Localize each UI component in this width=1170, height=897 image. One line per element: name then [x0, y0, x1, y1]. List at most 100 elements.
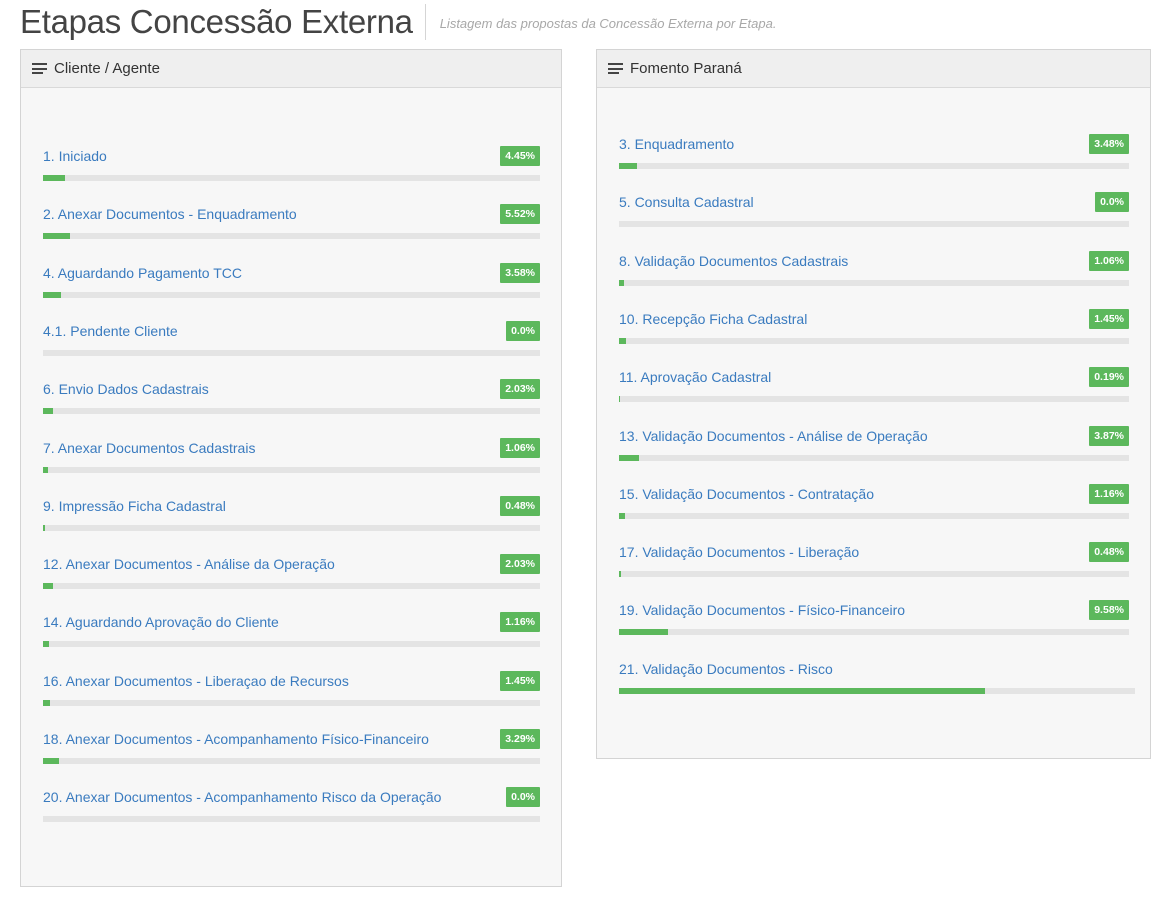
stage-item: 20. Anexar Documentos - Acompanhamento R…: [43, 787, 540, 828]
progress-fill: [619, 687, 986, 694]
progress-fill: [43, 466, 49, 473]
progress-bar: [619, 221, 1129, 228]
stage-link[interactable]: 8. Validação Documentos Cadastrais: [619, 252, 848, 270]
percent-badge: 3.58%: [500, 262, 540, 283]
progress-bar: [43, 816, 540, 823]
progress-bar: [43, 175, 540, 181]
stage-link[interactable]: 19. Validação Documentos - Físico-Financ…: [619, 601, 905, 619]
stage-link[interactable]: 11. Aprovação Cadastral: [619, 368, 771, 386]
stage-item: 7. Anexar Documentos Cadastrais 1.06%: [43, 437, 540, 479]
stage-link[interactable]: 18. Anexar Documentos - Acompanhamento F…: [43, 730, 429, 748]
stage-link[interactable]: 4.1. Pendente Cliente: [43, 322, 178, 340]
panel-heading: Fomento Paraná: [597, 50, 1150, 88]
stage-link[interactable]: 21. Validação Documentos - Risco: [619, 660, 833, 678]
panel-heading: Cliente / Agente: [21, 50, 561, 88]
progress-bar: [43, 291, 540, 298]
stage-item: 19. Validação Documentos - Físico-Financ…: [619, 600, 1129, 641]
stage-item: 17. Validação Documentos - Liberação 0.48…: [619, 542, 1129, 583]
progress-fill: [43, 758, 60, 764]
page-subtitle: Listagem das propostas da Concessão Exte…: [439, 15, 777, 31]
progress-fill: [43, 233, 71, 240]
stage-item: 6. Envio Dados Cadastrais 2.03%: [43, 379, 540, 420]
panel-cliente-agente: Cliente / Agente 1. Iniciado 4.45% 2. Anex…: [20, 49, 562, 887]
progress-bar: [43, 233, 540, 240]
stage-link[interactable]: 16. Anexar Documentos - Liberaçao de Rec…: [43, 672, 349, 690]
progress-bar: [43, 758, 540, 764]
progress-bar: [619, 571, 1129, 578]
stage-link[interactable]: 1. Iniciado: [43, 147, 107, 165]
percent-badge: 4.45%: [500, 146, 540, 166]
stage-item: 21. Validação Documentos - Risco: [619, 660, 1135, 700]
stage-link[interactable]: 15. Validação Documentos - Contratação: [619, 485, 874, 503]
stage-link[interactable]: 6. Envio Dados Cadastrais: [43, 380, 209, 398]
progress-fill: [619, 571, 622, 578]
percent-badge: 2.03%: [500, 554, 540, 575]
stage-link[interactable]: 3. Enquadramento: [619, 135, 734, 153]
page-header: Etapas Concessão Externa Listagem das pr…: [20, 2, 776, 42]
stage-item: 11. Aprovação Cadastral 0.19%: [619, 367, 1129, 408]
page-title: Etapas Concessão Externa: [20, 3, 413, 40]
stage-link[interactable]: 2. Anexar Documentos - Enquadramento: [43, 205, 297, 223]
percent-badge: 0.0%: [506, 787, 540, 808]
progress-bar: [43, 583, 540, 590]
stage-item: 8. Validação Documentos Cadastrais 1.06%: [619, 250, 1129, 292]
stage-item: 14. Aguardando Aprovação do Cliente 1.16%: [43, 612, 540, 653]
progress-bar: [43, 524, 540, 531]
percent-badge: 3.48%: [1089, 134, 1129, 154]
stage-link[interactable]: 17. Validação Documentos - Liberação: [619, 543, 859, 561]
progress-fill: [619, 163, 637, 169]
stage-item: 16. Anexar Documentos - Liberaçao de Rec…: [43, 670, 540, 712]
progress-fill: [619, 454, 639, 461]
progress-fill: [619, 337, 627, 344]
percent-badge: 0.48%: [1089, 542, 1129, 563]
percent-badge: 5.52%: [500, 204, 540, 225]
progress-bar: [43, 466, 540, 473]
stage-link[interactable]: 13. Validação Documentos - Análise de Op…: [619, 427, 928, 445]
progress-fill: [619, 396, 620, 403]
panel-fomento-parana: Fomento Paraná 3. Enquadramento 3.48% 5. C…: [596, 49, 1151, 759]
stage-item: 13. Validação Documentos - Análise de Op…: [619, 425, 1129, 467]
progress-bar: [619, 163, 1129, 169]
progress-bar: [619, 687, 1135, 694]
list-icon: [32, 63, 47, 74]
percent-badge: 1.16%: [1089, 483, 1129, 504]
progress-fill: [619, 512, 625, 519]
stage-link[interactable]: 10. Recepção Ficha Cadastral: [619, 310, 807, 328]
progress-bar: [619, 396, 1129, 403]
stage-item: 3. Enquadramento 3.48%: [619, 134, 1129, 175]
stage-link[interactable]: 12. Anexar Documentos - Análise da Opera…: [43, 555, 335, 573]
progress-fill: [619, 629, 668, 636]
stage-link[interactable]: 20. Anexar Documentos - Acompanhamento R…: [43, 788, 441, 806]
stage-link[interactable]: 9. Impressão Ficha Cadastral: [43, 497, 226, 515]
stage-link[interactable]: 14. Aguardando Aprovação do Cliente: [43, 613, 279, 631]
percent-badge: 0.48%: [500, 495, 540, 516]
percent-badge: 1.06%: [1089, 250, 1129, 271]
progress-bar: [43, 408, 540, 415]
title-divider: [424, 4, 426, 40]
progress-fill: [43, 699, 51, 706]
stage-link[interactable]: 4. Aguardando Pagamento TCC: [43, 264, 242, 282]
progress-fill: [43, 408, 54, 415]
stage-item: 9. Impressão Ficha Cadastral 0.48%: [43, 495, 540, 537]
progress-fill: [619, 279, 625, 286]
list-icon: [608, 63, 623, 74]
stage-item: 18. Anexar Documentos - Acompanhamento F…: [43, 729, 540, 770]
percent-badge: 2.03%: [500, 379, 540, 400]
stage-link[interactable]: 7. Anexar Documentos Cadastrais: [43, 439, 255, 457]
stage-item: 4.1. Pendente Cliente 0.0%: [43, 320, 540, 362]
progress-bar: [619, 512, 1129, 519]
percent-badge: 9.58%: [1089, 600, 1129, 621]
percent-badge: 3.29%: [500, 729, 540, 749]
stage-item: 4. Aguardando Pagamento TCC 3.58%: [43, 262, 540, 304]
percent-badge: 3.87%: [1089, 425, 1129, 446]
progress-fill: [43, 583, 54, 590]
stage-item: 15. Validação Documentos - Contratação 1.…: [619, 483, 1129, 525]
progress-bar: [619, 629, 1129, 636]
percent-badge: 1.45%: [500, 670, 540, 691]
progress-bar: [619, 454, 1129, 461]
progress-bar: [43, 699, 540, 706]
stage-item: 12. Anexar Documentos - Análise da Opera…: [43, 554, 540, 595]
progress-bar: [619, 337, 1129, 344]
percent-badge: 0.19%: [1089, 367, 1129, 388]
stage-link[interactable]: 5. Consulta Cadastral: [619, 193, 754, 211]
